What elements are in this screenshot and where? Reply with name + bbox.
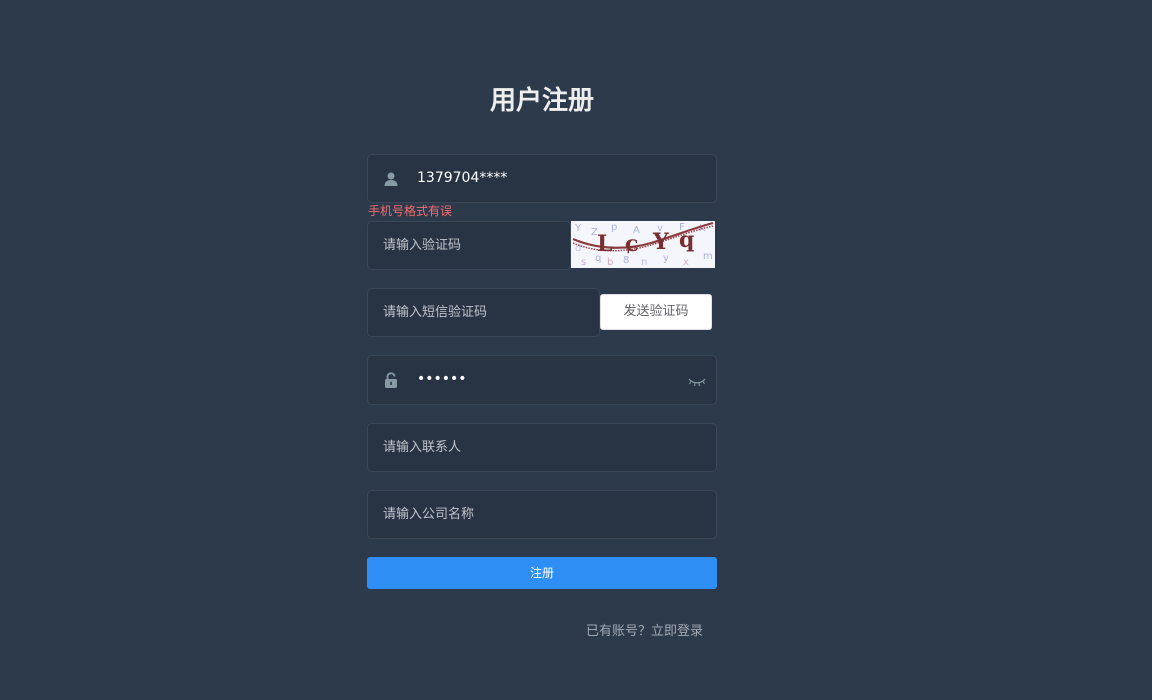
svg-text:s: s	[581, 257, 586, 268]
svg-text:Y: Y	[652, 229, 669, 255]
contact-field[interactable]: 请输入联系人	[367, 423, 717, 472]
phone-value: 1379704****	[417, 170, 508, 186]
svg-text:m: m	[703, 251, 713, 262]
svg-text:ɕ: ɕ	[625, 231, 638, 257]
password-field[interactable]: ••••••	[367, 355, 717, 405]
company-placeholder: 请输入公司名称	[383, 507, 475, 522]
phone-field[interactable]: 1379704****	[367, 154, 717, 203]
phone-error-message: 手机号格式有误	[368, 204, 453, 218]
svg-text:n: n	[641, 257, 647, 268]
svg-text:b: b	[607, 257, 613, 268]
login-link[interactable]: 已有账号？立即登录	[586, 620, 703, 639]
svg-text:L: L	[597, 231, 612, 257]
password-value: ••••••	[417, 371, 467, 387]
user-icon	[382, 170, 400, 188]
company-field[interactable]: 请输入公司名称	[367, 490, 717, 539]
captcha-field[interactable]: 请输入验证码	[367, 221, 571, 270]
eye-closed-icon[interactable]	[687, 373, 707, 387]
sms-code-placeholder: 请输入短信验证码	[383, 305, 488, 320]
captcha-image[interactable]: YZp AvF Ks qb 8n yx md Lɕ Yq	[571, 221, 715, 268]
send-sms-code-button[interactable]: 发送验证码	[600, 294, 712, 330]
svg-text:q: q	[679, 227, 694, 253]
page-title: 用户注册	[489, 86, 594, 116]
register-button[interactable]: 注册	[367, 557, 717, 589]
lock-icon	[382, 371, 400, 389]
sms-code-field[interactable]: 请输入短信验证码	[367, 288, 600, 337]
svg-text:x: x	[683, 257, 689, 268]
svg-text:Y: Y	[574, 223, 582, 234]
contact-placeholder: 请输入联系人	[383, 440, 462, 455]
captcha-placeholder: 请输入验证码	[383, 238, 462, 253]
